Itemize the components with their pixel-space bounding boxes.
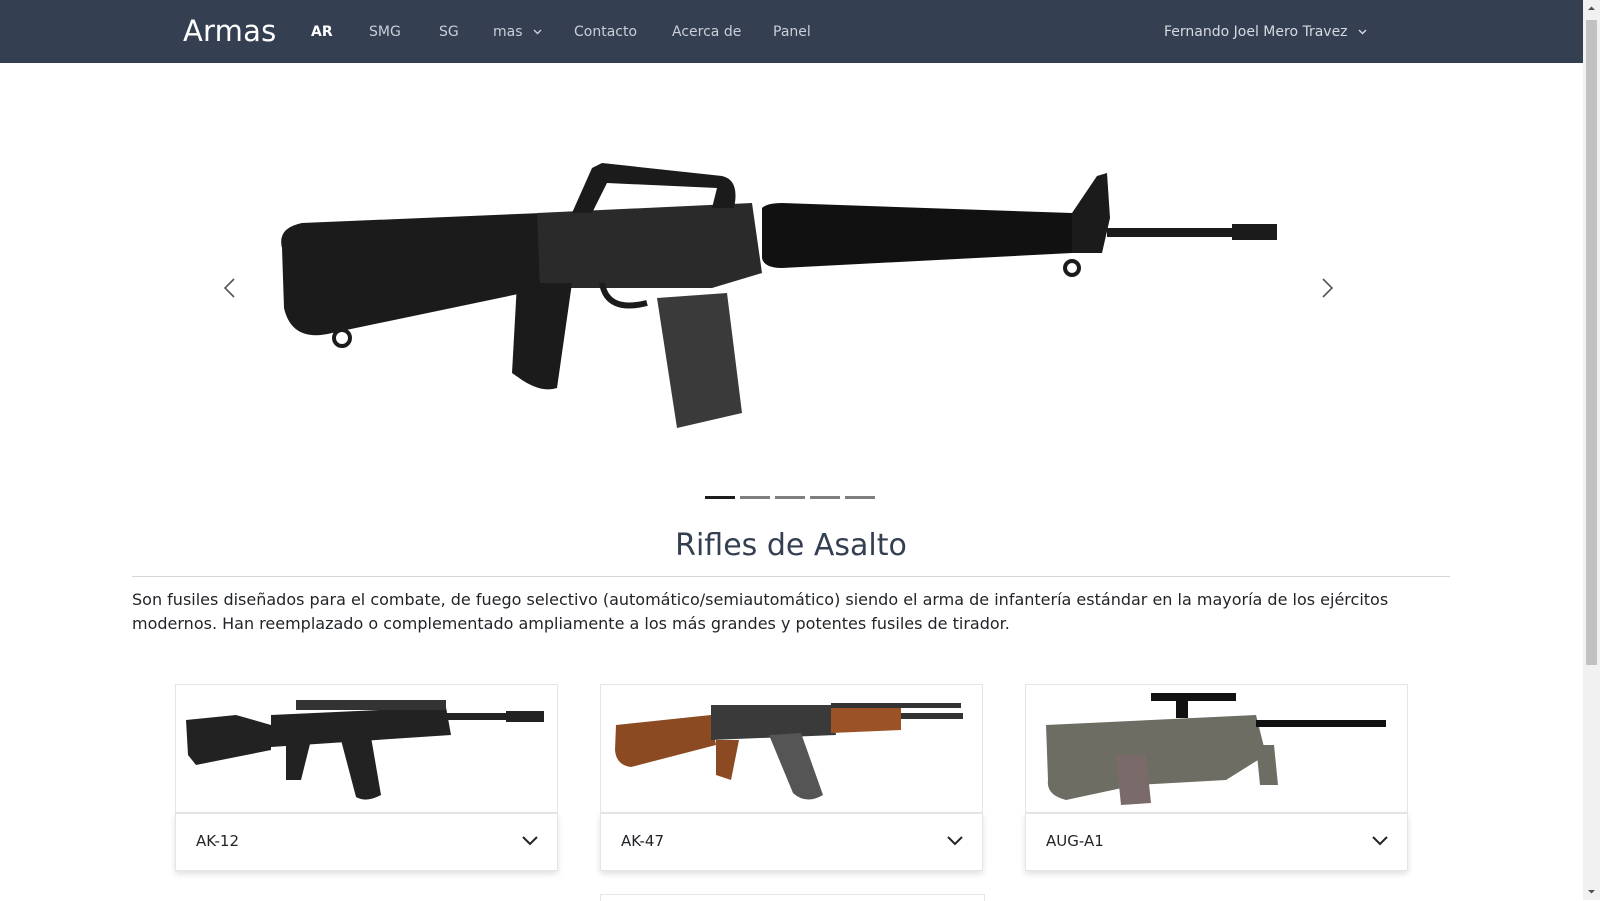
carousel-indicators <box>705 486 880 499</box>
chevron-down-icon <box>522 836 538 846</box>
weapon-card-aug-a1: AUG-A1 <box>1025 684 1408 871</box>
card-expand-toggle[interactable]: AK-12 <box>175 813 558 871</box>
scrollbar-thumb[interactable] <box>1586 20 1597 665</box>
nav-link-smg[interactable]: SMG <box>369 24 401 40</box>
carousel-indicator[interactable] <box>810 496 840 499</box>
card-title: AK-47 <box>621 832 665 850</box>
user-name: Fernando Joel Mero Travez <box>1164 24 1348 40</box>
nav-link-contacto[interactable]: Contacto <box>574 24 637 40</box>
hero-carousel <box>132 63 1450 513</box>
carousel-indicator[interactable] <box>775 496 805 499</box>
ak12-rifle-image <box>186 700 544 800</box>
scroll-down-arrow-icon[interactable] <box>1587 887 1596 896</box>
weapon-card-ak12: AK-12 <box>175 684 558 871</box>
card-title: AUG-A1 <box>1046 832 1104 850</box>
carousel-indicator[interactable] <box>705 496 735 499</box>
nav-link-panel[interactable]: Panel <box>773 24 811 40</box>
scroll-up-arrow-icon[interactable] <box>1587 4 1596 13</box>
card-image <box>1025 684 1408 813</box>
carousel-next-icon[interactable] <box>1312 273 1342 303</box>
chevron-down-icon <box>947 836 963 846</box>
navbar: Armas AR SMG SG mas Contacto Acerca de P… <box>0 0 1583 63</box>
aug-a1-rifle-image <box>1046 693 1386 805</box>
ak47-rifle-image <box>615 703 963 800</box>
nav-dropdown-mas[interactable]: mas <box>493 24 542 40</box>
card-expand-toggle[interactable]: AK-47 <box>600 813 983 871</box>
carousel-indicator[interactable] <box>740 496 770 499</box>
card-image <box>600 684 983 813</box>
weapon-card-ak47: AK-47 <box>600 684 983 871</box>
card-expand-toggle[interactable]: AUG-A1 <box>1025 813 1408 871</box>
nav-link-acerca-de[interactable]: Acerca de <box>672 24 741 40</box>
card-image <box>175 684 558 813</box>
card-title: AK-12 <box>196 832 240 850</box>
nav-link-ar[interactable]: AR <box>311 24 333 40</box>
section-title: Rifles de Asalto <box>675 528 907 563</box>
section-description: Son fusiles diseñados para el combate, d… <box>132 590 1389 633</box>
carousel-slide-image <box>281 163 1277 428</box>
carousel-prev-icon[interactable] <box>215 273 245 303</box>
chevron-down-icon <box>1358 29 1367 35</box>
chevron-down-icon <box>533 29 542 35</box>
carousel-indicator[interactable] <box>845 496 875 499</box>
nav-link-sg[interactable]: SG <box>439 24 459 40</box>
nav-dropdown-label: mas <box>493 24 523 40</box>
page-scrollbar[interactable] <box>1583 0 1600 900</box>
chevron-down-icon <box>1372 836 1388 846</box>
divider <box>132 576 1450 577</box>
user-menu[interactable]: Fernando Joel Mero Travez <box>1164 24 1367 40</box>
brand-logo[interactable]: Armas <box>183 14 276 48</box>
